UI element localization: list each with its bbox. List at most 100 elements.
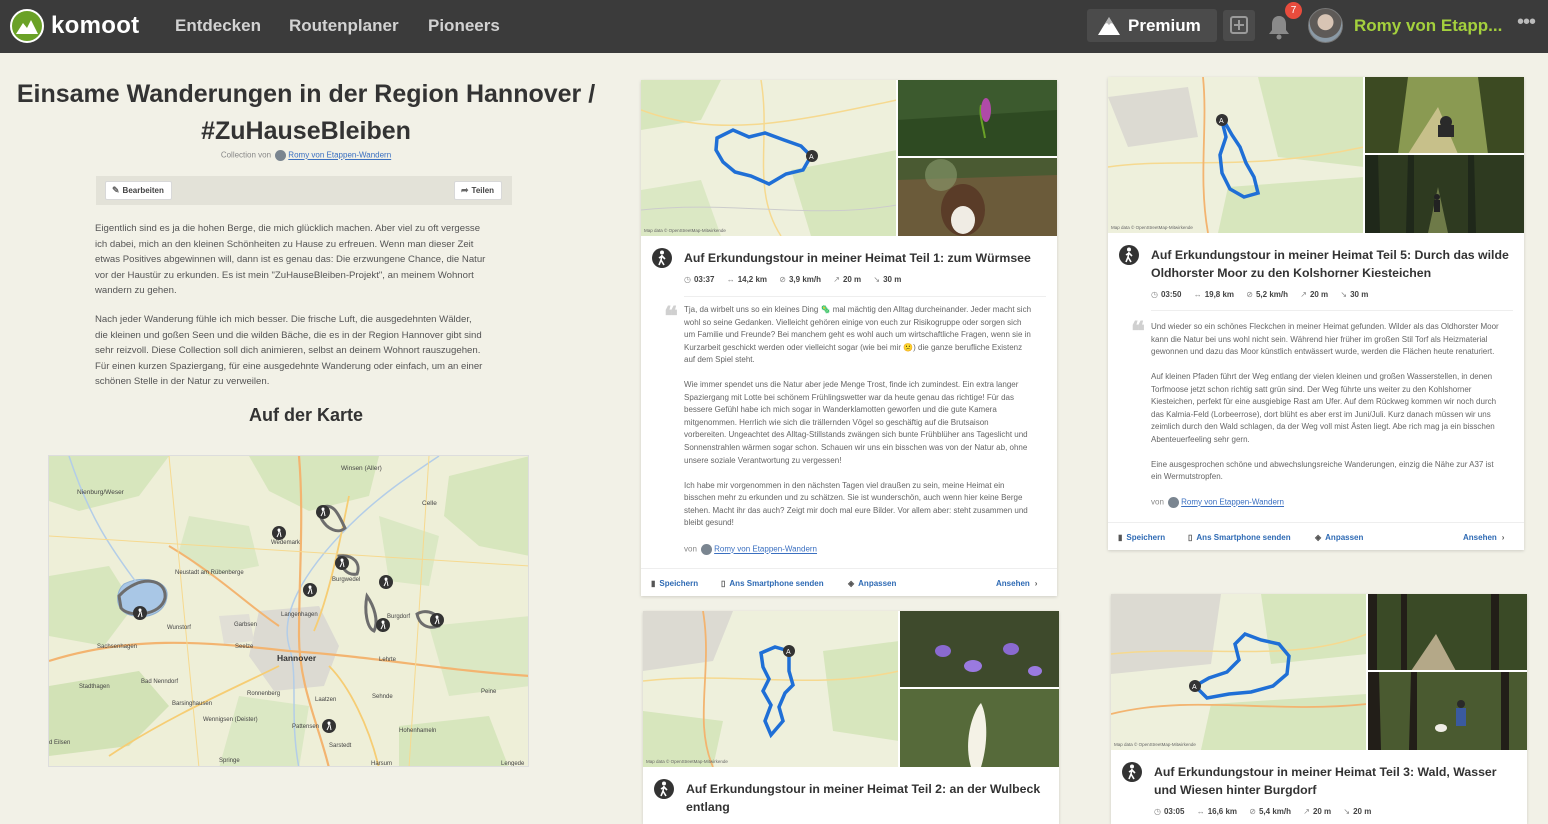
text-line: vorbereiten. Ungeachtet des Alltag-Still… [684,430,1028,440]
collection-action-bar: ✎ Bearbeiten ➦ Teilen [96,176,512,205]
speed-icon: ⊘ [779,275,786,284]
author-link[interactable]: Romy von Etappen-Wandern [1181,498,1284,507]
text-line: Sonnenstrahlen wärmen sogar schon. Schau… [684,442,1028,452]
map-label-celle: Celle [422,500,437,507]
collection-overview-map[interactable]: Winsen (Aller) Nienburg/Weser Celle Wede… [48,455,529,767]
map-label-langenhagen: Langenhagen [281,612,318,618]
tour-duration: 03:05 [1163,807,1185,816]
tour-title[interactable]: Auf Erkundungstour in meiner Heimat Teil… [684,249,1044,267]
tour-distance: 14,2 km [737,275,768,284]
smartphone-icon: ▯ [721,579,726,588]
adjust-button[interactable]: ◈ Anpassen [1315,533,1363,542]
komoot-logo[interactable]: komoot [10,9,139,43]
tour-card-teil-3[interactable]: A Map data © OpenStreetMap-Mitwirkende A… [1111,594,1527,824]
map-label-barsinghausen: Barsinghausen [172,701,212,707]
tour-map-thumbnail[interactable]: A [1108,77,1524,233]
tour-actions: ▮ Speichern ▯ Ans Smartphone senden ◈ Anpas… [641,568,1057,596]
text-line: Eine ausgesprochen schöne und abwechslun… [1151,459,1494,469]
tour-speed: 3,9 km/h [788,275,821,284]
tour-author-line: von Romy von Etappen-Wandern [684,544,817,555]
view-button[interactable]: Ansehen › [996,579,1037,588]
logo-text: komoot [51,12,140,39]
user-avatar[interactable] [1308,8,1343,43]
svg-text:A: A [1219,118,1224,125]
quote-icon: ❝ [664,302,678,331]
nav-routenplaner[interactable]: Routenplaner [289,16,399,36]
desc-line: wandern zu gehen. [95,285,177,297]
tour-marker[interactable] [379,575,393,589]
adjust-label: Anpassen [1325,533,1364,542]
map-label-sarstedt: Sarstedt [329,743,352,749]
user-name-link[interactable]: Romy von Etapp... [1354,16,1502,36]
map-label-badnenndorf: Bad Nenndorf [141,679,178,685]
author-link[interactable]: Romy von Etappen-Wandern [714,545,817,554]
tour-marker[interactable] [303,583,317,597]
collection-description-2: Nach jeder Wanderung fühle ich mich bess… [95,312,515,390]
tour-title[interactable]: Auf Erkundungstour in meiner Heimat Teil… [1154,763,1524,799]
share-button[interactable]: ➦ Teilen [454,181,503,200]
distance-icon: ↔ [726,275,735,284]
map-label-peine: Peine [481,689,497,695]
tour-description: Und wieder so ein schönes Fleckchen in m… [1151,321,1521,497]
premium-button[interactable]: Premium [1087,9,1217,42]
tour-map-thumbnail[interactable]: A [641,80,1057,236]
tour-card-teil-1[interactable]: A Map data © OpenStreetMap-Mitwirkende A… [641,80,1057,596]
map-label-laatzen: Laatzen [315,697,336,703]
tour-actions: ▮ Speichern ▯ Ans Smartphone senden ◈ Anpas… [1108,522,1524,550]
tour-card-teil-2[interactable]: A Map data © OpenStreetMap-Mitwirkende A… [643,611,1059,824]
desc-line: Für einen kurzen Spaziergang, für eine a… [95,360,483,372]
svg-text:A: A [809,154,814,161]
tour-speed: 5,2 km/h [1255,290,1288,299]
tour-marker[interactable] [316,505,330,519]
tour-title[interactable]: Auf Erkundungstour in meiner Heimat Teil… [1151,246,1521,282]
tour-map-thumbnail[interactable]: A [1111,594,1527,750]
edit-label: Bearbeiten [122,186,164,195]
save-label: Speichern [659,579,699,588]
tour-title-line: entlang [686,800,730,814]
tour-distance: 19,8 km [1204,290,1235,299]
desc-line: schönen Stelle in der Natur zu verweilen… [95,376,270,388]
save-button[interactable]: ▮ Speichern [651,579,698,588]
nav-pioneers[interactable]: Pioneers [428,16,500,36]
map-label-burgwedel: Burgwedel [332,577,360,583]
map-label-lengede: Lengede [501,761,525,767]
tour-elevation-up: 20 m [842,275,862,284]
text-line: Spaziergang mit Lotte bei schönem Frühli… [684,392,1014,402]
tour-marker[interactable] [322,719,336,733]
text-line: zeimlich durch den Wald schlagen, da der… [1151,422,1495,432]
arrow-down-icon: ↘ [1343,807,1351,816]
notification-count-badge: 7 [1285,2,1302,19]
tour-marker[interactable] [430,613,444,627]
collection-title: Einsame Wanderungen in der Region Hannov… [10,76,602,150]
edit-button[interactable]: ✎ Bearbeiten [105,181,172,200]
tour-card-teil-5[interactable]: A Map data © OpenStreetMap-Mitwirkende A… [1108,77,1524,550]
tour-marker[interactable] [335,556,349,570]
nav-entdecken[interactable]: Entdecken [175,16,261,36]
tour-elevation-up: 20 m [1312,807,1332,816]
tour-marker[interactable] [376,618,390,632]
map-label-winsen: Winsen (Aller) [341,465,382,472]
distance-icon: ↔ [1193,290,1202,299]
text-line: kann die Natur bei uns wohl nicht sein. … [1151,334,1488,344]
text-line: auf dem Spiel steht. [684,355,755,365]
tour-title[interactable]: Auf Erkundungstour in meiner Heimat Teil… [686,780,1056,816]
arrow-up-icon: ↗ [1303,807,1310,816]
tour-stats: ◷ 03:05 ↔ 16,6 km ⊘ 5,4 km/h ↗ 20 m ↘ 20 m [1154,807,1381,816]
send-to-phone-button[interactable]: ▯ Ans Smartphone senden [1188,533,1291,542]
view-button[interactable]: Ansehen › [1463,533,1504,542]
map-label-burgdorf: Burgdorf [387,614,410,620]
create-button[interactable] [1223,10,1255,41]
tour-marker[interactable] [272,526,286,540]
text-line: wohl so seine Gedanken. Vielleicht gehör… [684,317,1022,327]
adjust-button[interactable]: ◈ Anpassen [848,579,896,588]
more-menu-icon[interactable]: ••• [1517,11,1536,34]
divider [1151,310,1513,311]
send-to-phone-button[interactable]: ▯ Ans Smartphone senden [721,579,824,588]
desc-line: vor der Haustür zu erkunden. Es ist mein… [95,269,474,281]
author-link[interactable]: Romy von Etappen-Wandern [288,151,391,160]
tour-marker[interactable] [133,606,147,620]
tour-map-thumbnail[interactable]: A [643,611,1059,767]
tour-author-line: von Romy von Etappen-Wandern [1151,497,1284,508]
save-button[interactable]: ▮ Speichern [1118,533,1165,542]
hiker-icon [654,779,674,799]
